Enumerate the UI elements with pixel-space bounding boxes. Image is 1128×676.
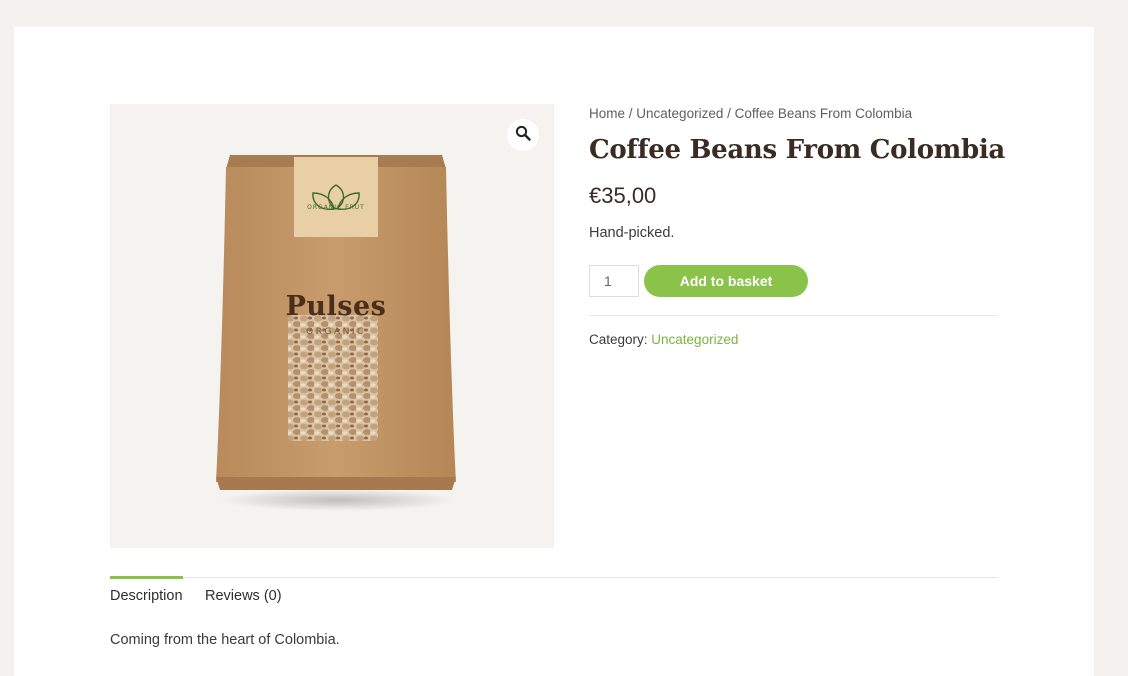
bag-brand-text: ORGANIC FRUT bbox=[307, 204, 365, 211]
product-summary: Home / Uncategorized / Coffee Beans From… bbox=[589, 104, 1005, 347]
quantity-input[interactable] bbox=[589, 265, 639, 297]
product-meta: Category: Uncategorized bbox=[589, 332, 998, 347]
product-title: Coffee Beans From Colombia bbox=[589, 135, 1005, 165]
breadcrumb: Home / Uncategorized / Coffee Beans From… bbox=[589, 106, 998, 121]
divider bbox=[589, 315, 998, 316]
zoom-button[interactable] bbox=[507, 119, 539, 151]
breadcrumb-current: Coffee Beans From Colombia bbox=[734, 106, 913, 121]
breadcrumb-category-link[interactable]: Uncategorized bbox=[636, 106, 723, 121]
product-image: ORGANIC FRUT Pulses ORGANIC bbox=[216, 147, 456, 502]
add-to-basket-button[interactable]: Add to basket bbox=[644, 265, 808, 297]
bag-subtitle-text: ORGANIC bbox=[306, 327, 366, 337]
product-gallery[interactable]: ORGANIC FRUT Pulses ORGANIC bbox=[110, 104, 554, 548]
category-link[interactable]: Uncategorized bbox=[651, 332, 738, 347]
breadcrumb-separator: / bbox=[625, 106, 637, 121]
magnifier-icon bbox=[515, 125, 531, 145]
product-price: €35,00 bbox=[589, 183, 657, 208]
category-label: Category: bbox=[589, 332, 652, 347]
bag-title-text: Pulses bbox=[285, 291, 387, 322]
tab-description[interactable]: Description bbox=[110, 576, 183, 604]
breadcrumb-separator: / bbox=[723, 106, 735, 121]
page-container: ORGANIC FRUT Pulses ORGANIC Home / Uncat… bbox=[14, 27, 1094, 676]
add-to-cart-form: Add to basket bbox=[589, 265, 998, 297]
breadcrumb-home-link[interactable]: Home bbox=[589, 106, 625, 121]
description-panel-text: Coming from the heart of Colombia. bbox=[110, 632, 340, 648]
product-short-description: Hand-picked. bbox=[589, 225, 675, 241]
product-tabs: Description Reviews (0) bbox=[110, 576, 998, 604]
tab-reviews[interactable]: Reviews (0) bbox=[205, 578, 282, 604]
